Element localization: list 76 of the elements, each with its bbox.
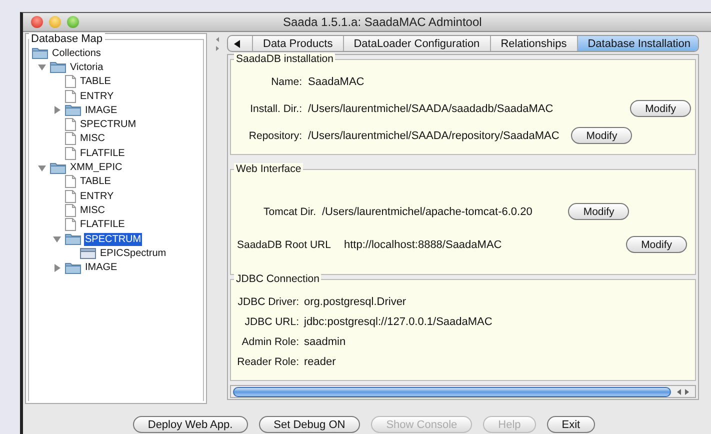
tree-item[interactable]: MISC (79, 204, 106, 217)
tree-item[interactable]: ENTRY (79, 90, 115, 103)
section-title: SaadaDB installation (234, 53, 336, 65)
field-label: SaadaDB Root URL (237, 238, 331, 250)
window-icon (80, 247, 96, 260)
tree-item[interactable]: Collections (51, 46, 102, 60)
field-label: Admin Role: (240, 336, 299, 348)
tree-item[interactable]: FLATFILE (79, 218, 126, 232)
expanded-arrow-icon[interactable] (38, 63, 46, 72)
tree-item[interactable]: ENTRY (79, 190, 115, 203)
collapsed-arrow-icon[interactable] (52, 264, 60, 272)
field-label: Tomcat Dir. (262, 206, 316, 218)
section-title: Web Interface (234, 163, 304, 175)
field-value: /Users/laurentmichel/SAADA/repository/SaadaMAC (308, 130, 560, 142)
document-icon (65, 132, 76, 146)
modify-button[interactable]: Modify (626, 236, 687, 253)
zoom-button[interactable] (67, 16, 79, 28)
field-label: JDBC Driver: (237, 296, 299, 308)
field-value: http://localhost:8888/SaadaMAC (344, 238, 502, 250)
folder-icon (50, 162, 66, 174)
tree-item[interactable]: EPICSpectrum (99, 246, 168, 260)
document-icon (65, 175, 76, 188)
folder-icon (50, 61, 66, 74)
field-label: Repository: (248, 130, 302, 142)
field-value: org.postgresql.Driver (304, 296, 406, 308)
document-icon (65, 190, 76, 203)
tree-item[interactable]: FLATFILE (79, 146, 126, 160)
folder-icon (65, 104, 81, 116)
window-title: Saada 1.5.1.a: SaadaMAC Admintool (283, 15, 482, 29)
tree-item[interactable]: IMAGE (84, 261, 118, 274)
field-label: JDBC URL: (244, 316, 299, 328)
tree-item[interactable]: TABLE (79, 75, 112, 88)
modify-button[interactable]: Modify (630, 100, 691, 117)
tree-item[interactable]: SPECTRUM (79, 118, 138, 132)
field-label: Reader Role: (237, 356, 299, 368)
scroll-arrows-icon[interactable] (675, 388, 691, 396)
field-label: Name: (270, 76, 302, 88)
tree-item[interactable]: SPECTRUM (84, 232, 142, 246)
document-icon (65, 146, 76, 160)
modify-button[interactable]: Modify (568, 203, 630, 220)
tree-item[interactable]: TABLE (79, 175, 112, 188)
folder-icon (65, 262, 81, 274)
field-value: saadmin (304, 336, 346, 348)
left-arrow-icon (234, 40, 241, 48)
tree-item[interactable]: MISC (79, 132, 106, 146)
tab[interactable]: Data Products (253, 36, 344, 51)
field-label: Install. Dir.: (249, 102, 302, 114)
horizontal-scrollbar[interactable] (230, 385, 696, 398)
folder-icon (65, 233, 81, 245)
field-value: jdbc:postgresql://127.0.0.1/SaadaMAC (304, 316, 492, 328)
document-icon (65, 118, 76, 132)
document-icon (65, 75, 76, 88)
field-value: SaadaMAC (308, 76, 364, 88)
tab[interactable]: DataLoader Configuration (344, 36, 491, 51)
field-value: reader (304, 356, 336, 368)
section-title: JDBC Connection (234, 273, 322, 285)
field-value: /Users/laurentmichel/apache-tomcat-6.0.20 (322, 206, 532, 218)
splitter-arrows-icon[interactable] (214, 37, 220, 51)
tree-item[interactable]: Victoria (69, 60, 104, 74)
expanded-arrow-icon[interactable] (52, 235, 60, 243)
document-icon (65, 90, 76, 103)
action-button[interactable]: Set Debug ON (258, 416, 360, 433)
tab[interactable]: Database Installation (578, 36, 698, 51)
collapsed-arrow-icon[interactable] (52, 106, 60, 114)
panel-title: Database Map (29, 33, 105, 45)
field-value: /Users/laurentmichel/SAADA/saadadb/SaadaMAC (308, 102, 554, 114)
document-icon (65, 204, 76, 217)
expanded-arrow-icon[interactable] (38, 164, 46, 172)
tree-item[interactable]: XMM_EPIC (69, 161, 124, 174)
tree-item[interactable]: IMAGE (84, 104, 118, 117)
action-button[interactable]: Deploy Web App. (132, 416, 248, 433)
close-button[interactable] (31, 16, 43, 28)
action-button[interactable]: Exit (546, 416, 596, 433)
document-icon (65, 218, 76, 232)
modify-button[interactable]: Modify (571, 127, 632, 144)
folder-icon (32, 47, 48, 60)
